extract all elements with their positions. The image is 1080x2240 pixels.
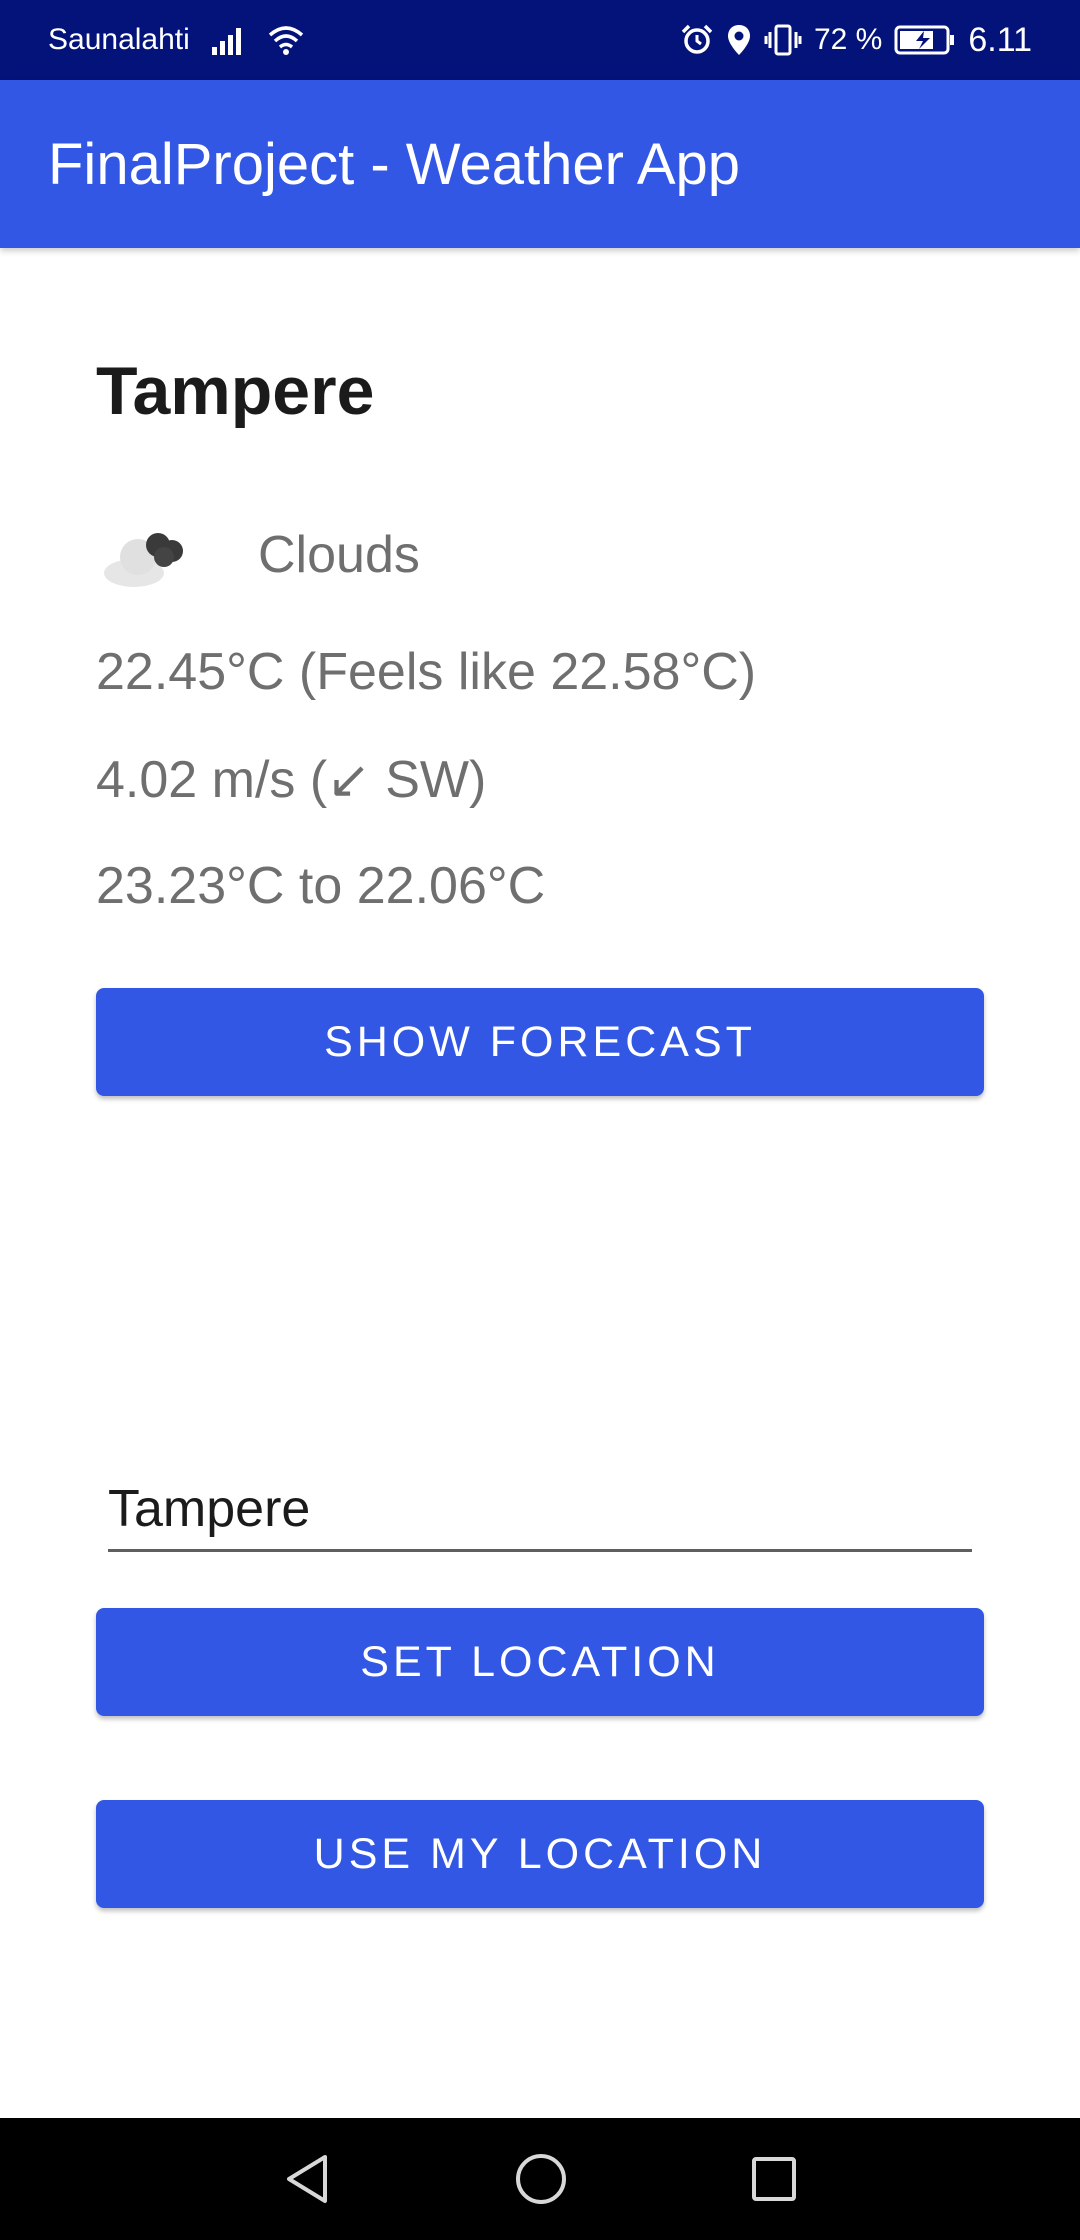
location-icon	[727, 25, 750, 55]
screen: Saunalahti 72 % 6.11 FinalProject - Weat…	[0, 0, 1080, 2240]
status-bar: Saunalahti 72 % 6.11	[0, 0, 1080, 80]
status-right: 72 % 6.11	[680, 21, 1032, 60]
app-title: FinalProject - Weather App	[48, 131, 741, 197]
app-bar: FinalProject - Weather App	[0, 80, 1080, 248]
status-time: 6.11	[968, 20, 1032, 59]
navigation-bar	[0, 2118, 1080, 2240]
status-left: Saunalahti	[48, 23, 306, 57]
wind-text: 4.02 m/s (↙ SW)	[96, 751, 487, 809]
alarm-icon	[681, 24, 713, 54]
city-name: Tampere	[96, 353, 375, 429]
wifi-icon	[268, 26, 303, 55]
vibrate-icon	[764, 24, 802, 56]
signal-icon	[211, 28, 241, 55]
show-forecast-button[interactable]: SHOW FORECAST	[96, 988, 984, 1096]
condition-row: Clouds	[96, 510, 420, 600]
temperature-range-text: 23.23°C to 22.06°C	[96, 857, 546, 915]
back-icon[interactable]	[281, 2151, 333, 2207]
carrier-name: Saunalahti	[48, 23, 190, 56]
set-location-button[interactable]: SET LOCATION	[96, 1608, 984, 1716]
cloud-icon	[104, 533, 183, 587]
home-icon[interactable]	[513, 2151, 569, 2207]
recents-icon[interactable]	[749, 2154, 799, 2204]
condition-text: Clouds	[258, 526, 420, 584]
battery-icon	[894, 25, 955, 55]
battery-percent: 72 %	[813, 23, 883, 56]
temperature-text: 22.45°C (Feels like 22.58°C)	[96, 643, 757, 701]
use-my-location-button[interactable]: USE MY LOCATION	[96, 1800, 984, 1908]
location-input[interactable]	[108, 1468, 972, 1552]
